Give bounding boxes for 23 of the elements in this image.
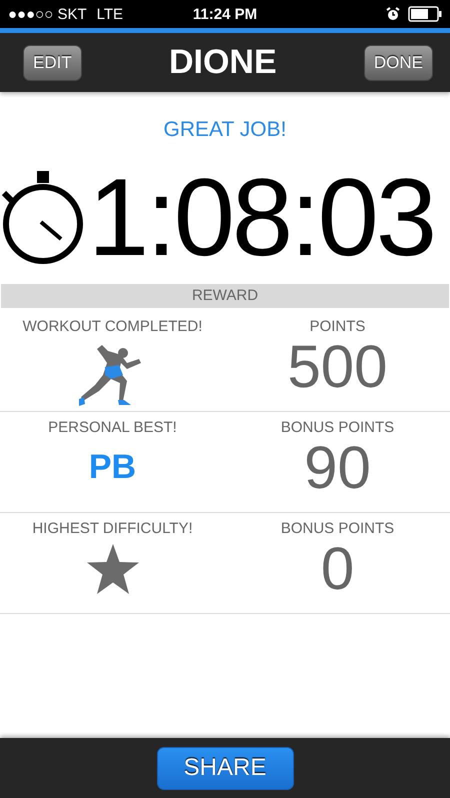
points-value: 0 [320,537,354,601]
points-label: BONUS POINTS [280,419,394,436]
network-type: LTE [96,6,124,22]
personal-best-label: PB [88,448,136,487]
status-time: 11:24 PM [192,6,258,22]
points-label: BONUS POINTS [280,520,394,537]
reward-label: WORKOUT COMPLETED! [22,318,202,335]
reward-header: REWARD [1,284,449,308]
edit-button[interactable]: EDIT [23,44,82,80]
battery-icon [408,6,442,22]
points-value: 90 [304,436,371,500]
elapsed-time: 1:08:03 [88,154,434,280]
carrier-signal: ●●●○○ SKT [8,6,87,22]
status-message: GREAT JOB! [162,118,288,142]
star-icon [86,543,140,595]
share-button[interactable]: SHARE [156,746,294,790]
done-button[interactable]: DONE [364,44,433,80]
app-title: DIONE [168,43,277,82]
points-label: POINTS [310,318,366,335]
reward-label: HIGHEST DIFFICULTY! [32,520,193,537]
alarm-clock-icon [386,7,400,21]
reward-label: PERSONAL BEST! [48,419,177,436]
points-value: 500 [287,335,388,399]
